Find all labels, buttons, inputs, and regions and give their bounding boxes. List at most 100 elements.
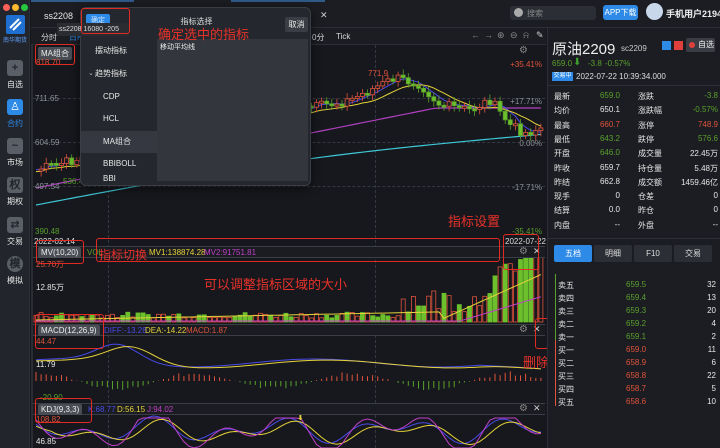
stat-value: 643.2 <box>599 133 620 143</box>
level-price: 658.7 <box>626 384 647 393</box>
candle <box>349 97 355 101</box>
order-book-row[interactable]: 卖三 659.3 20 <box>556 306 716 319</box>
kdj-mid-label: 46.85 <box>36 437 57 446</box>
indicator-item-ma-combo[interactable]: MA组合 <box>81 131 157 153</box>
k-line <box>35 415 541 445</box>
candle <box>339 103 345 107</box>
candle <box>390 78 396 82</box>
instrument-name: 原油2209 <box>552 41 616 58</box>
order-book-row[interactable]: 买四 658.7 5 <box>556 384 716 397</box>
level-price: 658.6 <box>626 397 647 406</box>
stat-label: 昨仓 <box>638 206 654 216</box>
level-volume: 4 <box>711 319 716 328</box>
stat-value: 5.48万 <box>694 163 718 173</box>
category-trend[interactable]: 趋势指标 <box>81 63 157 85</box>
candle <box>497 100 503 112</box>
price-axis-label: 390.48 <box>35 227 60 236</box>
level-label: 买五 <box>558 398 574 407</box>
macd-settings-gear-icon[interactable]: ⚙ <box>519 324 528 335</box>
level-volume: 11 <box>707 345 716 354</box>
main-settings-gear-icon[interactable]: ⚙ <box>519 45 528 56</box>
indicator-item-bbi[interactable]: BBI <box>81 173 157 185</box>
tab-trade[interactable]: 交易 <box>674 245 712 262</box>
pct-axis-label: +35.41% <box>510 60 542 69</box>
candle <box>354 95 360 99</box>
stat-row: 最高 660.7 涨停 748.9 <box>554 120 718 134</box>
order-book-row[interactable]: 卖一 659.1 2 <box>556 332 716 345</box>
volume-bar <box>431 290 437 323</box>
order-book-row[interactable]: 买一 659.0 11 <box>556 345 716 358</box>
annotation-box-switch <box>96 238 500 262</box>
tab-details[interactable]: 明细 <box>594 245 632 262</box>
diff-legend: DIFF:-13.28 <box>104 326 147 335</box>
stat-value: 748.9 <box>697 119 718 129</box>
stat-value: -- <box>614 219 620 229</box>
stat-row: 均价 650.1 涨跌幅 -0.57% <box>554 105 718 119</box>
level-volume: 10 <box>707 397 716 406</box>
volume-bar <box>467 305 472 323</box>
stat-value: 646.0 <box>599 148 620 158</box>
stat-row: 开盘 646.0 成交量 22.45万 <box>554 148 718 162</box>
candle <box>54 162 59 166</box>
category-oscillator[interactable]: 摆动指标 <box>81 40 157 62</box>
volume-bar <box>410 296 416 323</box>
cancel-button[interactable]: 取消 <box>285 17 308 32</box>
candle <box>359 92 365 97</box>
candle <box>365 92 370 96</box>
level-price: 659.3 <box>626 306 647 315</box>
order-book-row[interactable]: 买五 658.6 10 <box>556 397 716 410</box>
kdj-settings-gear-icon[interactable]: ⚙ <box>519 403 528 414</box>
stat-value: 659.0 <box>599 91 620 100</box>
stat-label: 持仓量 <box>638 163 662 173</box>
candle <box>405 77 411 85</box>
volume-bar <box>492 275 498 323</box>
tab-five-levels[interactable]: 五档 <box>554 245 592 262</box>
stat-row: 昨收 659.7 持仓量 5.48万 <box>554 163 718 177</box>
candle <box>477 107 483 110</box>
candle <box>319 100 325 104</box>
candle <box>400 74 406 79</box>
stat-value: -- <box>712 219 718 229</box>
candle <box>416 85 421 89</box>
order-book-row[interactable]: 买二 658.9 6 <box>556 358 716 371</box>
candle <box>507 119 513 125</box>
stat-label: 外盘 <box>638 220 654 230</box>
red-flag-icon[interactable] <box>674 41 683 50</box>
candle <box>533 130 539 136</box>
volume-bar <box>502 263 508 323</box>
stat-label: 最新 <box>554 92 570 101</box>
order-book-row[interactable]: 卖四 659.4 13 <box>556 293 716 306</box>
kdj-delete-icon[interactable]: ✕ <box>533 403 541 414</box>
indicator-item-cdp[interactable]: CDP <box>81 86 157 108</box>
blue-flag-icon[interactable] <box>662 41 671 50</box>
indicator-item-hcl[interactable]: HCL <box>81 108 157 130</box>
stat-label: 开盘 <box>554 149 570 159</box>
indicator-item-bbiboll[interactable]: BBIBOLL <box>81 153 157 175</box>
stat-row: 现手 0 仓差 0 <box>554 191 718 205</box>
candle <box>513 123 518 127</box>
candle <box>385 78 391 83</box>
tab-f10[interactable]: F10 <box>634 245 672 262</box>
stat-value: 22.45万 <box>689 149 718 159</box>
stat-value: 660.7 <box>599 119 620 129</box>
stat-label: 涨跌 <box>638 92 654 101</box>
candle <box>472 108 478 112</box>
watchlist-button[interactable]: 自选 <box>686 38 715 52</box>
pct-axis-label: -17.71% <box>512 183 542 192</box>
level-price: 658.9 <box>626 358 647 367</box>
order-book-row[interactable]: 卖五 659.5 32 <box>556 280 716 293</box>
order-book-row[interactable]: 卖二 659.2 4 <box>556 319 716 332</box>
level-price: 659.1 <box>626 332 647 341</box>
candle <box>329 103 335 107</box>
stat-label: 成交量 <box>638 149 662 159</box>
dea-line <box>35 346 541 370</box>
volume-bar <box>513 270 518 323</box>
annotation-box-macd <box>35 314 104 349</box>
stat-value: 650.1 <box>599 105 620 115</box>
level-price: 659.2 <box>626 319 647 328</box>
level-volume: 20 <box>707 306 716 315</box>
candle <box>324 100 330 105</box>
stat-row: 最低 643.2 跌停 576.6 <box>554 134 718 148</box>
stat-row: 最新 659.0 涨跌 -3.8 <box>554 91 718 105</box>
order-book-row[interactable]: 买三 658.8 22 <box>556 371 716 384</box>
